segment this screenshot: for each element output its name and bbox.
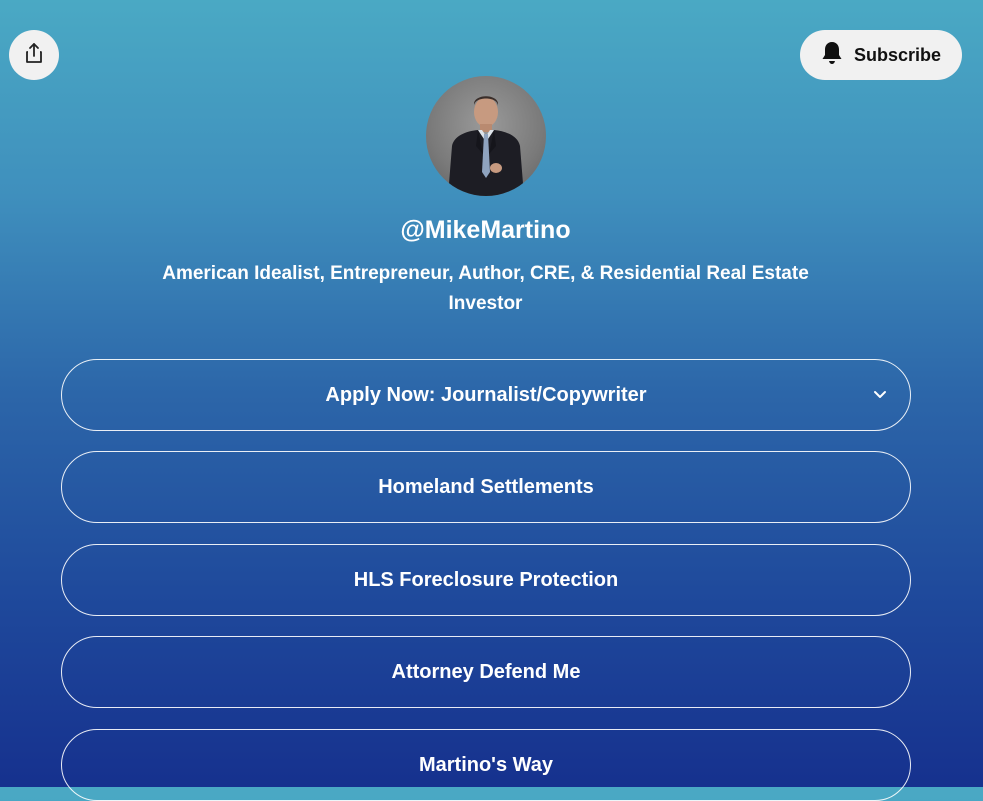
link-apply-now[interactable]: Apply Now: Journalist/Copywriter bbox=[61, 359, 911, 431]
share-button[interactable] bbox=[9, 30, 59, 80]
avatar bbox=[426, 76, 546, 196]
share-icon bbox=[24, 42, 44, 69]
subscribe-label: Subscribe bbox=[853, 44, 941, 65]
profile-name: @MikeMartino bbox=[400, 216, 571, 244]
subscribe-button[interactable]: Subscribe bbox=[799, 30, 962, 80]
link-label: Martino's Way bbox=[418, 753, 554, 776]
link-label: HLS Foreclosure Protection bbox=[353, 568, 619, 591]
link-martinos-way[interactable]: Martino's Way bbox=[61, 729, 911, 801]
link-label: Apply Now: Journalist/Copywriter bbox=[325, 383, 647, 406]
link-hls-foreclosure-protection[interactable]: HLS Foreclosure Protection bbox=[61, 544, 911, 616]
bell-icon bbox=[820, 40, 844, 71]
link-homeland-settlements[interactable]: Homeland Settlements bbox=[61, 451, 911, 523]
profile-bio: American Idealist, Entrepreneur, Author,… bbox=[162, 263, 809, 314]
link-label: Attorney Defend Me bbox=[391, 660, 581, 683]
chevron-down-icon[interactable] bbox=[872, 387, 888, 403]
link-label: Homeland Settlements bbox=[378, 475, 594, 498]
avatar-photo bbox=[448, 96, 524, 196]
link-attorney-defend-me[interactable]: Attorney Defend Me bbox=[61, 636, 911, 708]
